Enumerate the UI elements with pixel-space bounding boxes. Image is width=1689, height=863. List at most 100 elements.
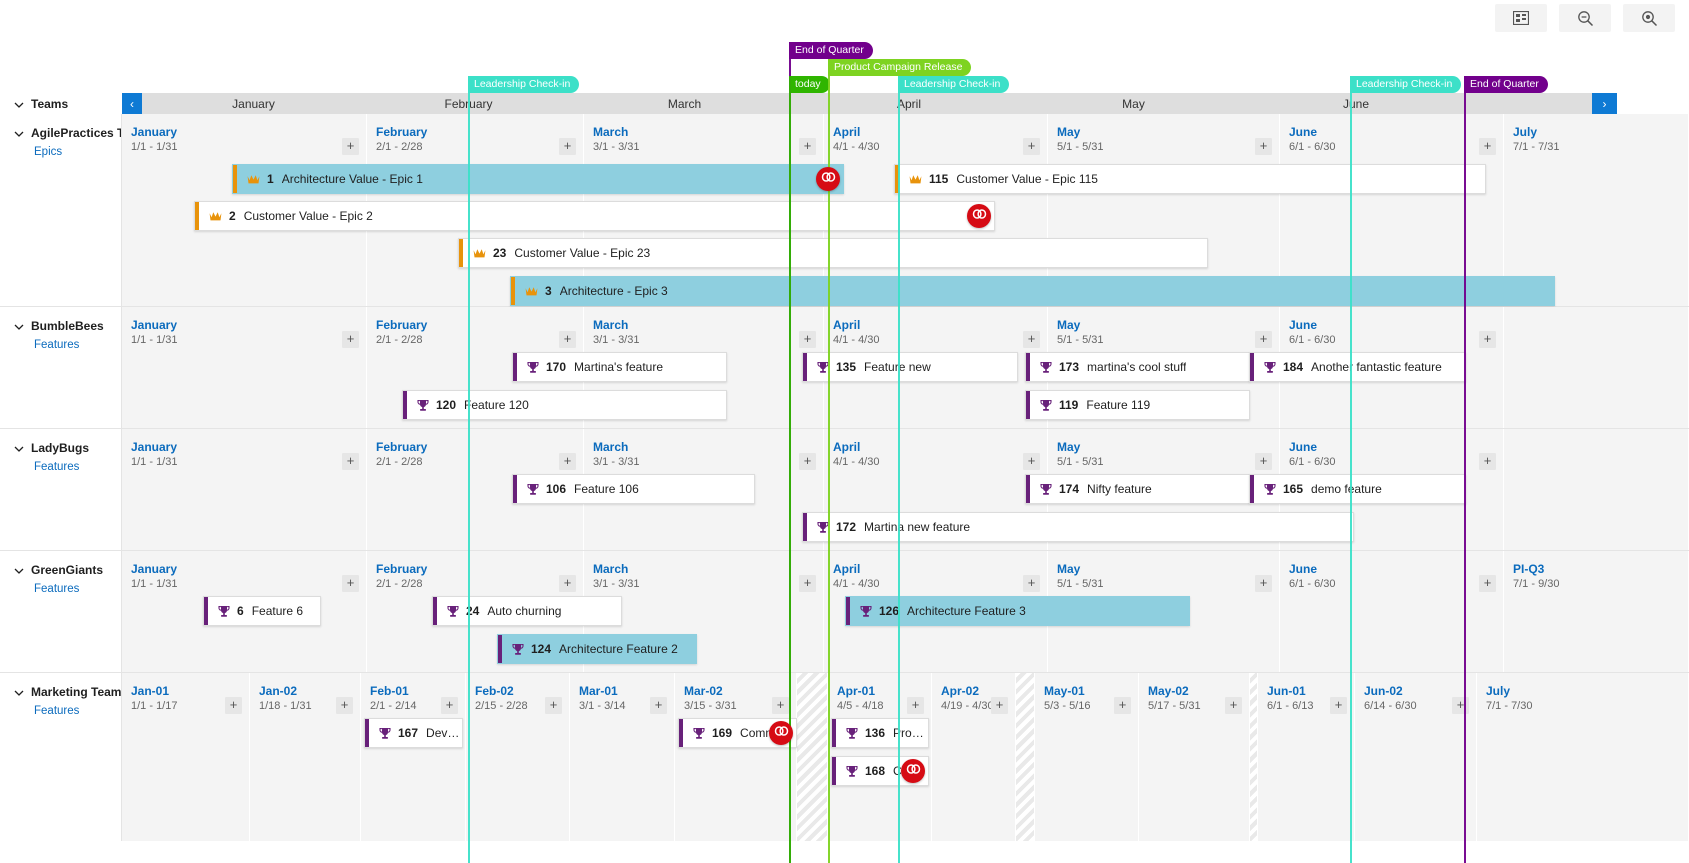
work-item-card[interactable]: 136Produc... bbox=[831, 718, 929, 748]
fit-to-screen-button[interactable] bbox=[1495, 4, 1547, 32]
milestone-flag[interactable]: today bbox=[789, 76, 830, 93]
work-item-card[interactable]: 106 Feature 106 bbox=[512, 474, 755, 504]
iteration-name: May bbox=[1057, 562, 1081, 576]
work-item-title: Architecture Feature 2 bbox=[559, 642, 678, 656]
milestone-flag[interactable]: Leadership Check-in bbox=[468, 76, 580, 93]
work-item-card[interactable]: 124 Architecture Feature 2 bbox=[497, 634, 697, 664]
backlog-level-link[interactable]: Features bbox=[34, 339, 121, 351]
add-item-button[interactable]: + bbox=[1330, 697, 1347, 714]
add-item-button[interactable]: + bbox=[559, 575, 576, 592]
dependency-link-badge[interactable] bbox=[901, 759, 925, 783]
milestone-flag[interactable]: End of Quarter bbox=[1464, 76, 1548, 93]
add-item-button[interactable]: + bbox=[342, 453, 359, 470]
add-item-button[interactable]: + bbox=[799, 453, 816, 470]
add-item-button[interactable]: + bbox=[1479, 575, 1496, 592]
team-name-row[interactable]: GreenGiants bbox=[14, 563, 121, 577]
work-item-card[interactable]: 1 Architecture Value - Epic 1 bbox=[232, 164, 844, 194]
milestone-flag[interactable]: End of Quarter bbox=[789, 42, 873, 59]
add-item-button[interactable]: + bbox=[559, 331, 576, 348]
work-item-title: Feature 6 bbox=[251, 604, 304, 618]
add-item-button[interactable]: + bbox=[1255, 138, 1272, 155]
iteration-name: April bbox=[833, 440, 861, 454]
add-item-button[interactable]: + bbox=[1114, 697, 1131, 714]
scroll-right-button[interactable]: › bbox=[1592, 93, 1617, 114]
add-item-button[interactable]: + bbox=[336, 697, 353, 714]
work-item-card[interactable]: 3 Architecture - Epic 3 bbox=[510, 276, 1555, 306]
add-item-button[interactable]: + bbox=[225, 697, 242, 714]
backlog-level-link[interactable]: Features bbox=[34, 461, 121, 473]
backlog-level-link[interactable]: Epics bbox=[34, 146, 121, 158]
add-item-button[interactable]: + bbox=[1479, 138, 1496, 155]
work-item-card[interactable]: 184 Another fantastic feature bbox=[1249, 352, 1466, 382]
milestone-flag[interactable]: Product Campaign Release bbox=[828, 59, 972, 76]
add-item-button[interactable]: + bbox=[441, 697, 458, 714]
scroll-left-button[interactable]: ‹ bbox=[122, 93, 142, 114]
work-item-id: 172 bbox=[836, 520, 857, 534]
dependency-link-badge[interactable] bbox=[769, 721, 793, 745]
team-name-row[interactable]: BumbleBees bbox=[14, 319, 121, 333]
add-item-button[interactable]: + bbox=[1023, 138, 1040, 155]
work-item-card[interactable]: 174 Nifty feature bbox=[1025, 474, 1250, 504]
work-item-card[interactable]: 126 Architecture Feature 3 bbox=[845, 596, 1190, 626]
add-item-button[interactable]: + bbox=[772, 697, 789, 714]
add-item-button[interactable]: + bbox=[1023, 575, 1040, 592]
add-item-button[interactable]: + bbox=[907, 697, 924, 714]
work-item-card[interactable]: 2 Customer Value - Epic 2 bbox=[194, 201, 995, 231]
work-item-card[interactable]: 6 Feature 6 bbox=[203, 596, 321, 626]
trophy-icon bbox=[693, 727, 705, 740]
add-item-button[interactable]: + bbox=[1023, 453, 1040, 470]
dependency-link-badge[interactable] bbox=[967, 204, 991, 228]
iteration-name: July bbox=[1513, 125, 1538, 139]
add-item-button[interactable]: + bbox=[559, 138, 576, 155]
work-item-title: demo feature bbox=[1311, 482, 1382, 496]
work-item-card[interactable]: 120 Feature 120 bbox=[402, 390, 727, 420]
teams-column-header[interactable]: Teams bbox=[0, 93, 122, 114]
team-name-row[interactable]: AgilePractices T... bbox=[14, 126, 121, 140]
add-item-button[interactable]: + bbox=[1255, 331, 1272, 348]
backlog-level-link[interactable]: Features bbox=[34, 705, 121, 717]
iteration-name: March bbox=[593, 440, 629, 454]
add-item-button[interactable]: + bbox=[559, 453, 576, 470]
add-item-button[interactable]: + bbox=[342, 138, 359, 155]
add-item-button[interactable]: + bbox=[342, 331, 359, 348]
zoom-out-button[interactable] bbox=[1559, 4, 1611, 32]
add-item-button[interactable]: + bbox=[1023, 331, 1040, 348]
work-item-card[interactable]: 172 Martina new feature bbox=[802, 512, 1354, 542]
add-item-button[interactable]: + bbox=[991, 697, 1008, 714]
work-item-card[interactable]: 165 demo feature bbox=[1249, 474, 1466, 504]
backlog-level-link[interactable]: Features bbox=[34, 583, 121, 595]
milestone-flag[interactable]: Leadership Check-in bbox=[898, 76, 1010, 93]
work-item-card[interactable]: 173 martina's cool stuff bbox=[1025, 352, 1250, 382]
work-item-card[interactable]: 170 Martina's feature bbox=[512, 352, 727, 382]
add-item-button[interactable]: + bbox=[799, 575, 816, 592]
milestone-label: Leadership Check-in bbox=[904, 78, 1001, 90]
iteration-dates: 5/17 - 5/31 bbox=[1148, 700, 1201, 712]
add-item-button[interactable]: + bbox=[342, 575, 359, 592]
add-item-button[interactable]: + bbox=[1452, 697, 1469, 714]
timeline-body[interactable]: AgilePractices T... Epics January 1/1 - 1/3… bbox=[0, 114, 1689, 863]
iteration-cell: January 1/1 - 1/31 + bbox=[122, 429, 367, 550]
work-item-card[interactable]: 119 Feature 119 bbox=[1025, 390, 1250, 420]
work-item-card[interactable]: 23 Customer Value - Epic 23 bbox=[458, 238, 1208, 268]
add-item-button[interactable]: + bbox=[1479, 453, 1496, 470]
month-header-cell: May bbox=[1019, 93, 1248, 114]
add-item-button[interactable]: + bbox=[1225, 697, 1242, 714]
add-item-button[interactable]: + bbox=[1255, 453, 1272, 470]
work-item-card[interactable]: 24 Auto churning bbox=[432, 596, 622, 626]
milestone-flag[interactable]: Leadership Check-in bbox=[1350, 76, 1462, 93]
add-item-button[interactable]: + bbox=[799, 138, 816, 155]
iteration-cell: PI-Q3 7/1 - 9/30 bbox=[1504, 551, 1689, 672]
add-item-button[interactable]: + bbox=[545, 697, 562, 714]
add-item-button[interactable]: + bbox=[650, 697, 667, 714]
work-item-card[interactable]: 167 Develo... bbox=[364, 718, 463, 748]
add-item-button[interactable]: + bbox=[1255, 575, 1272, 592]
add-item-button[interactable]: + bbox=[1479, 331, 1496, 348]
work-item-card[interactable]: 115 Customer Value - Epic 115 bbox=[894, 164, 1486, 194]
work-item-card[interactable]: 135 Feature new bbox=[802, 352, 1018, 382]
zoom-in-button[interactable] bbox=[1623, 4, 1675, 32]
team-name-row[interactable]: Marketing Team bbox=[14, 685, 121, 699]
dependency-link-badge[interactable] bbox=[816, 167, 840, 191]
team-name-row[interactable]: LadyBugs bbox=[14, 441, 121, 455]
iteration-name: April bbox=[833, 125, 861, 139]
add-item-button[interactable]: + bbox=[799, 331, 816, 348]
